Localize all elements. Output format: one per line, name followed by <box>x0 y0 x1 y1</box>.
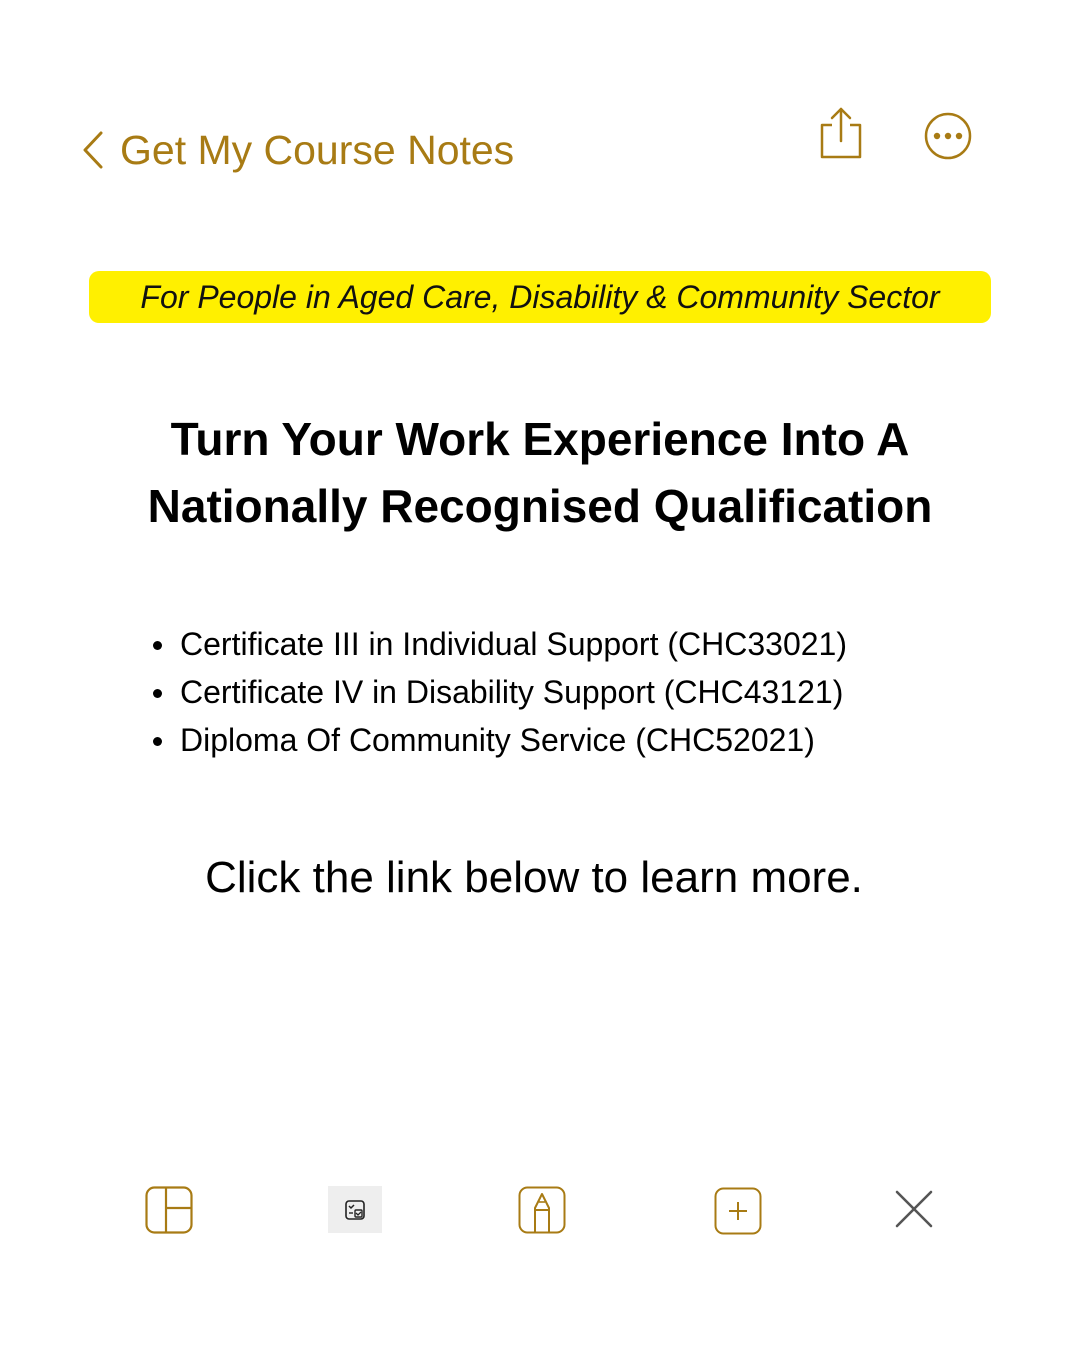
chevron-left-icon <box>83 131 103 169</box>
markup-pen-icon[interactable] <box>518 1186 566 1234</box>
close-icon[interactable] <box>894 1189 934 1229</box>
list-item: Certificate IV in Disability Support (CH… <box>150 668 847 716</box>
checklist-button[interactable] <box>328 1186 382 1233</box>
headline-line-1: Turn Your Work Experience Into A <box>170 413 910 465</box>
list-item: Diploma Of Community Service (CHC52021) <box>150 716 847 764</box>
cta-text: Click the link below to learn more. <box>205 853 863 902</box>
checklist-icon <box>345 1199 365 1220</box>
back-button-label: Get My Course Notes <box>120 126 515 173</box>
more-icon[interactable] <box>924 112 972 160</box>
course-list: Certificate III in Individual Support (C… <box>150 620 847 764</box>
layout-icon[interactable] <box>145 1186 193 1234</box>
audience-banner: For People in Aged Care, Disability & Co… <box>89 271 991 323</box>
list-item: Certificate III in Individual Support (C… <box>150 620 847 668</box>
share-icon[interactable] <box>818 105 864 161</box>
add-icon[interactable] <box>714 1187 762 1235</box>
back-button[interactable]: Get My Course Notes <box>80 120 514 180</box>
headline-line-2: Nationally Recognised Qualification <box>147 480 933 532</box>
audience-banner-text: For People in Aged Care, Disability & Co… <box>140 278 940 315</box>
page-headline: Turn Your Work Experience Into A Nationa… <box>60 406 1020 540</box>
